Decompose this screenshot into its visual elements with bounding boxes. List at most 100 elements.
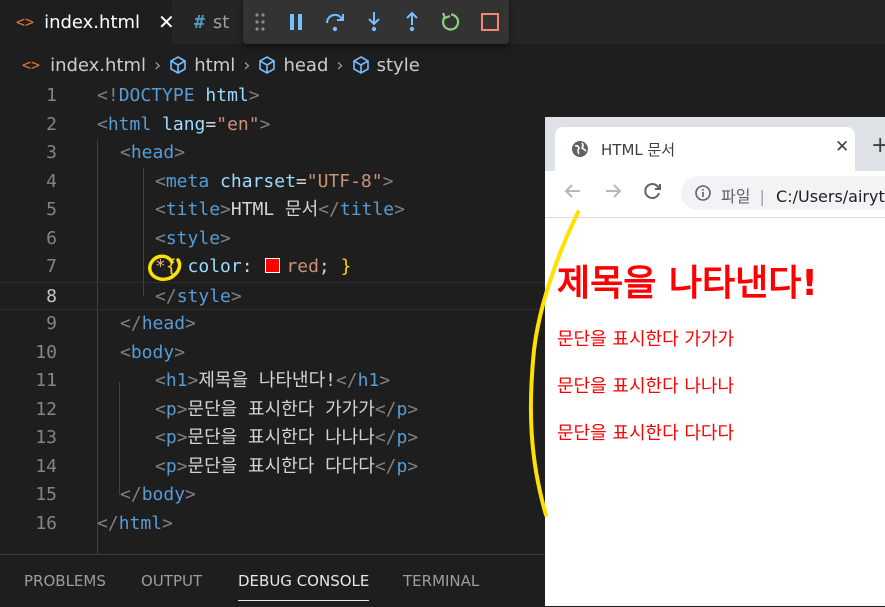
code-token: html [118, 512, 163, 534]
tab-label: index.html [44, 11, 141, 33]
code-text: </body> [120, 481, 196, 510]
step-into-icon[interactable] [354, 0, 393, 44]
code-token: html [205, 85, 249, 106]
code-token: < [155, 170, 166, 192]
address-bar[interactable]: 파일 | C:/Users/airyt [681, 176, 885, 210]
code-line[interactable]: 8 </style> [0, 281, 545, 310]
tab-terminal[interactable]: TERMINAL [403, 555, 479, 607]
browser-tab-title: HTML 문서 [601, 141, 676, 159]
tab-problems[interactable]: PROBLEMS [24, 555, 106, 607]
code-token: </ [120, 313, 142, 334]
code-token: style [165, 227, 221, 249]
code-line[interactable]: 11 <h1>제목을 나타낸다!</h1> [0, 367, 545, 396]
code-line[interactable]: 5 <title>HTML 문서</title> [0, 196, 545, 225]
code-line[interactable]: 7 *{ color: red; } [0, 253, 545, 282]
breadcrumb-label: style [376, 54, 420, 76]
code-token: > [407, 455, 419, 477]
code-line[interactable]: 10 <body> [0, 339, 545, 368]
breadcrumb-item-style[interactable]: style [351, 55, 420, 76]
code-token: title [165, 199, 221, 220]
code-token: > [185, 313, 196, 334]
code-token: DOCTYPE [118, 85, 195, 106]
line-number: 9 [46, 313, 57, 334]
code-token: > [259, 113, 271, 135]
tab-index-html[interactable]: <> index.html ✕ [0, 0, 175, 44]
code-line[interactable]: 1 <!DOCTYPE html> [0, 82, 545, 111]
code-token: > [220, 199, 231, 220]
chevron-right-icon: › [336, 54, 344, 76]
code-line[interactable]: 15 </body> [0, 481, 545, 510]
address-text: 파일 | C:/Users/airyt [721, 183, 885, 207]
code-line[interactable]: 3 <head> [0, 139, 545, 168]
breadcrumb-file[interactable]: index.html [50, 55, 146, 76]
breadcrumb-label: head [283, 54, 329, 76]
info-icon[interactable] [695, 185, 711, 201]
step-out-icon[interactable] [393, 0, 432, 44]
code-token: p [396, 427, 408, 448]
page-paragraph: 문단을 표시한다 다다다 [557, 423, 735, 444]
code-token: </ [120, 484, 142, 505]
code-token: * [155, 256, 166, 277]
browser-tab[interactable]: HTML 문서 ✕ [555, 127, 855, 171]
code-token: h1 [165, 370, 188, 391]
html-file-icon: <> [22, 56, 41, 74]
restart-icon[interactable] [432, 0, 471, 44]
line-number: 12 [35, 398, 57, 420]
code-editor[interactable]: 1 <!DOCTYPE html > 2 <html lang="en"> 3 <head>… [0, 82, 545, 566]
tab-output[interactable]: OUTPUT [141, 555, 202, 607]
code-token: style [176, 285, 231, 307]
code-line[interactable]: 9 </head> [0, 310, 545, 339]
back-arrow-icon[interactable] [563, 181, 583, 201]
new-tab-icon[interactable]: + [871, 135, 885, 157]
bottom-panel-tabs: PROBLEMS OUTPUT DEBUG CONSOLE TERMINAL [0, 554, 545, 607]
code-line[interactable]: 14 <p>문단을 표시한다 다다다</p> [0, 453, 545, 482]
pause-icon[interactable] [277, 0, 316, 44]
code-line[interactable]: 4 <meta charset="UTF-8"> [0, 168, 545, 197]
code-text: *{ color: red; } [155, 253, 351, 282]
line-number: 5 [46, 199, 57, 220]
code-token: </ [374, 455, 397, 477]
line-number: 7 [46, 256, 57, 277]
line-number: 6 [46, 227, 57, 249]
code-text: <p>문단을 표시한다 다다다</p> [155, 453, 418, 482]
code-token: < [155, 199, 166, 220]
code-token: red [286, 256, 319, 277]
stop-icon[interactable] [470, 0, 509, 44]
step-over-icon[interactable] [315, 0, 354, 44]
line-number: 1 [46, 85, 57, 106]
code-token: <! [97, 85, 119, 106]
code-token: > [379, 370, 391, 391]
breadcrumb-item-html[interactable]: html [168, 55, 235, 76]
forward-arrow-icon[interactable] [603, 181, 623, 201]
code-token: HTML 문서 [230, 199, 319, 220]
address-path: C:/Users/airyt [776, 187, 885, 206]
drag-handle-icon[interactable] [243, 0, 277, 44]
code-line[interactable]: 12 <p>문단을 표시한다 가가가</p> [0, 396, 545, 425]
code-token: > [187, 370, 199, 391]
tab-debug-console[interactable]: DEBUG CONSOLE [238, 555, 370, 607]
code-token: p [165, 455, 177, 477]
code-token: </ [155, 285, 177, 307]
code-token: body [130, 341, 175, 363]
page-heading: 제목을 나타낸다! [557, 263, 818, 304]
code-line[interactable]: 16 </html> [0, 510, 545, 539]
line-number: 2 [46, 113, 57, 135]
code-token: meta [165, 170, 210, 192]
code-token: </ [335, 370, 358, 391]
code-token: html [107, 113, 152, 135]
close-icon[interactable]: ✕ [835, 137, 849, 157]
code-line[interactable]: 6 <style> [0, 225, 545, 254]
code-line[interactable]: 2 <html lang="en"> [0, 111, 545, 140]
breadcrumb: <> index.html › html › head › style [0, 48, 420, 82]
color-swatch[interactable] [265, 257, 281, 273]
code-line[interactable]: 13 <p>문단을 표시한다 나나나</p> [0, 424, 545, 453]
code-text: <html lang="en"> [97, 111, 270, 140]
reload-icon[interactable] [643, 181, 663, 201]
code-token: = [205, 113, 217, 135]
code-token: title [339, 199, 395, 220]
tab-label: st [212, 11, 230, 33]
breadcrumb-item-head[interactable]: head [257, 55, 328, 76]
